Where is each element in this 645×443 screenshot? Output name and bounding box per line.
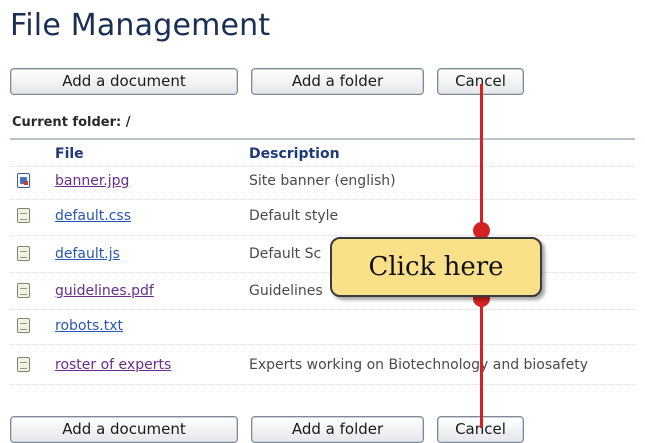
document-file-icon <box>17 357 30 372</box>
document-file-icon <box>17 318 30 333</box>
file-link[interactable]: roster of experts <box>55 357 171 373</box>
image-file-icon <box>17 173 30 188</box>
current-folder-label: Current folder: / <box>12 115 131 130</box>
pointer-line-up <box>480 84 483 230</box>
document-file-icon <box>17 246 30 261</box>
column-header-file: File <box>55 146 84 162</box>
file-link[interactable]: default.css <box>55 208 131 224</box>
file-link[interactable]: default.js <box>55 246 120 262</box>
row-divider <box>10 344 635 345</box>
add-document-button-bottom[interactable]: Add a document <box>10 416 238 443</box>
page-title: File Management <box>10 8 271 43</box>
add-folder-button-bottom[interactable]: Add a folder <box>251 416 424 443</box>
add-folder-button-top[interactable]: Add a folder <box>251 68 424 95</box>
file-description: Default Sc <box>249 246 322 262</box>
header-divider <box>10 166 635 167</box>
row-divider <box>10 309 635 310</box>
file-link[interactable]: robots.txt <box>55 318 123 334</box>
row-divider <box>10 199 635 200</box>
add-document-button-top[interactable]: Add a document <box>10 68 238 95</box>
pointer-line-down <box>480 304 483 428</box>
document-file-icon <box>17 208 30 223</box>
file-link[interactable]: banner.jpg <box>55 173 129 189</box>
file-description: Default style <box>249 208 339 224</box>
file-description: Guidelines <box>249 283 323 299</box>
file-description: Site banner (english) <box>249 173 396 189</box>
row-divider <box>10 235 635 236</box>
column-header-description: Description <box>249 146 340 162</box>
click-here-callout: Click here <box>330 237 542 297</box>
file-description: Experts working on Biotechnology and bio… <box>249 357 589 373</box>
file-link[interactable]: guidelines.pdf <box>55 283 154 299</box>
row-divider <box>10 384 635 385</box>
document-file-icon <box>17 283 30 298</box>
